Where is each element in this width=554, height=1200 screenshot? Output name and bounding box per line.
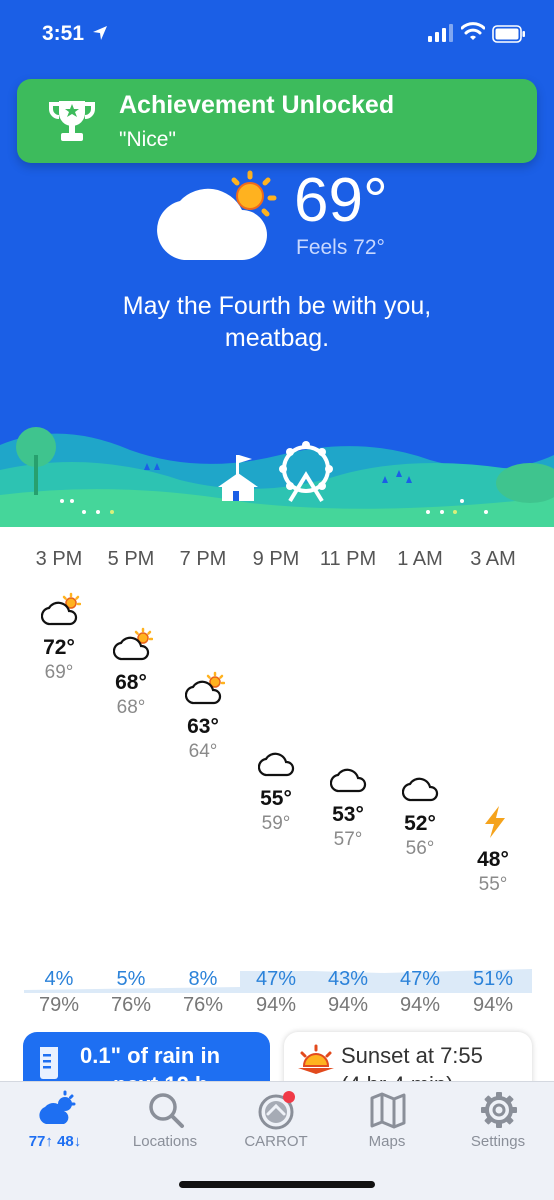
search-icon <box>149 1093 184 1128</box>
partly-cloudy-icon <box>150 168 278 268</box>
precipitation-chance: 4% <box>44 968 74 990</box>
hourly-column: 7 PM 63° 64° <box>167 540 239 960</box>
hour-label: 1 AM <box>397 548 443 570</box>
cloud-icon <box>329 759 370 795</box>
greeting-message: May the Fourth be with you, meatbag. <box>0 290 554 354</box>
humidity-value: 94% <box>255 994 297 1016</box>
home-indicator <box>179 1181 375 1188</box>
hour-label: 5 PM <box>107 548 155 570</box>
hour-label: 3 PM <box>35 548 83 570</box>
tab-settings[interactable]: Settings <box>443 1082 553 1162</box>
hour-feels-like: 56° <box>405 838 435 859</box>
partly-cloudy-icon <box>40 592 82 628</box>
lightning-icon <box>475 804 515 840</box>
tab-weather-label: 77↑ 48↓ <box>28 1133 82 1150</box>
hourly-column: 9 PM 55° 59° <box>240 540 312 960</box>
hour-feels-like: 59° <box>261 813 291 834</box>
humidity-value: 76% <box>182 994 224 1016</box>
hour-feels-like: 64° <box>188 741 218 762</box>
hour-feels-like: 57° <box>333 829 363 850</box>
partly-cloudy-icon <box>112 627 154 663</box>
greeting-line-2: meatbag. <box>224 324 330 352</box>
tab-locations-label: Locations <box>132 1133 198 1150</box>
cloud-icon <box>257 743 298 779</box>
toast-title: Achievement Unlocked <box>119 91 395 119</box>
tab-maps-label: Maps <box>368 1133 406 1150</box>
tab-locations[interactable]: Locations <box>110 1082 220 1162</box>
tab-maps[interactable]: Maps <box>332 1082 442 1162</box>
hour-label: 3 AM <box>470 548 516 570</box>
hour-temperature: 68° <box>115 671 147 694</box>
rain-amount-text: 0.1" of rain in <box>80 1043 221 1068</box>
weather-icon <box>39 1090 76 1124</box>
landscape-illustration <box>0 427 554 527</box>
partly-cloudy-icon <box>184 671 226 707</box>
hourly-column: 3 AM 48° 55° <box>457 540 529 960</box>
precipitation-chance: 47% <box>255 968 297 990</box>
hourly-column: 3 PM 72° 69° <box>23 540 95 960</box>
toast-subtitle: "Nice" <box>119 128 176 151</box>
hour-temperature: 52° <box>404 812 436 835</box>
carrot-icon <box>258 1091 295 1130</box>
sunset-time-text: Sunset at 7:55 <box>341 1043 483 1068</box>
humidity-value: 76% <box>110 994 152 1016</box>
status-time: 3:51 <box>42 22 85 45</box>
hour-feels-like: 69° <box>44 662 74 683</box>
precipitation-chance: 47% <box>399 968 441 990</box>
hour-temperature: 53° <box>332 803 364 826</box>
cloud-icon <box>401 768 442 804</box>
hour-label: 7 PM <box>179 548 227 570</box>
greeting-line-1: May the Fourth be with you, <box>122 292 432 320</box>
hourly-column: 5 PM 68° 68° <box>95 540 167 960</box>
precipitation-chance: 51% <box>472 968 514 990</box>
feels-like-temperature: Feels 72° <box>296 236 385 259</box>
trophy-icon <box>49 101 95 141</box>
status-bar: 3:51 <box>0 0 554 70</box>
hour-label: 11 PM <box>319 548 377 570</box>
sunset-icon <box>298 1044 334 1074</box>
humidity-value: 94% <box>327 994 369 1016</box>
battery-icon <box>492 25 525 43</box>
wifi-icon <box>461 22 485 40</box>
precipitation-chance: 43% <box>327 968 369 990</box>
hour-temperature: 48° <box>477 848 509 871</box>
precipitation-chance: 8% <box>188 968 218 990</box>
tab-carrot-label: CARROT <box>244 1133 308 1150</box>
hour-feels-like: 55° <box>478 874 508 895</box>
location-arrow-icon <box>93 26 107 40</box>
achievement-toast[interactable]: Achievement Unlocked "Nice" <box>17 79 537 163</box>
humidity-value: 79% <box>38 994 80 1016</box>
hourly-column: 11 PM 53° 57° <box>312 540 384 960</box>
map-icon <box>370 1092 406 1129</box>
hourly-forecast[interactable]: 3 PM 72° 69° 5 PM 68° 68° 7 PM 63° 64° 9 PM 55° 59°… <box>0 540 554 960</box>
current-temperature: 69° <box>294 166 388 235</box>
hour-feels-like: 68° <box>116 697 146 718</box>
hourly-column: 1 AM 52° 56° <box>384 540 456 960</box>
tab-weather[interactable]: 77↑ 48↓ <box>0 1082 110 1162</box>
hour-temperature: 55° <box>260 787 292 810</box>
humidity-value: 94% <box>399 994 441 1016</box>
humidity-value: 94% <box>472 994 514 1016</box>
tab-settings-label: Settings <box>470 1133 526 1150</box>
gear-icon <box>481 1092 517 1128</box>
rain-gauge-icon <box>40 1047 58 1079</box>
hour-temperature: 63° <box>187 715 219 738</box>
hour-temperature: 72° <box>43 636 75 659</box>
tab-carrot[interactable]: CARROT <box>221 1082 331 1162</box>
hour-label: 9 PM <box>252 548 300 570</box>
cellular-signal-icon <box>428 24 453 42</box>
precipitation-chance: 5% <box>116 968 146 990</box>
current-conditions-panel: 3:51 69° Feels 72° May the Fourth be wit… <box>0 0 554 527</box>
